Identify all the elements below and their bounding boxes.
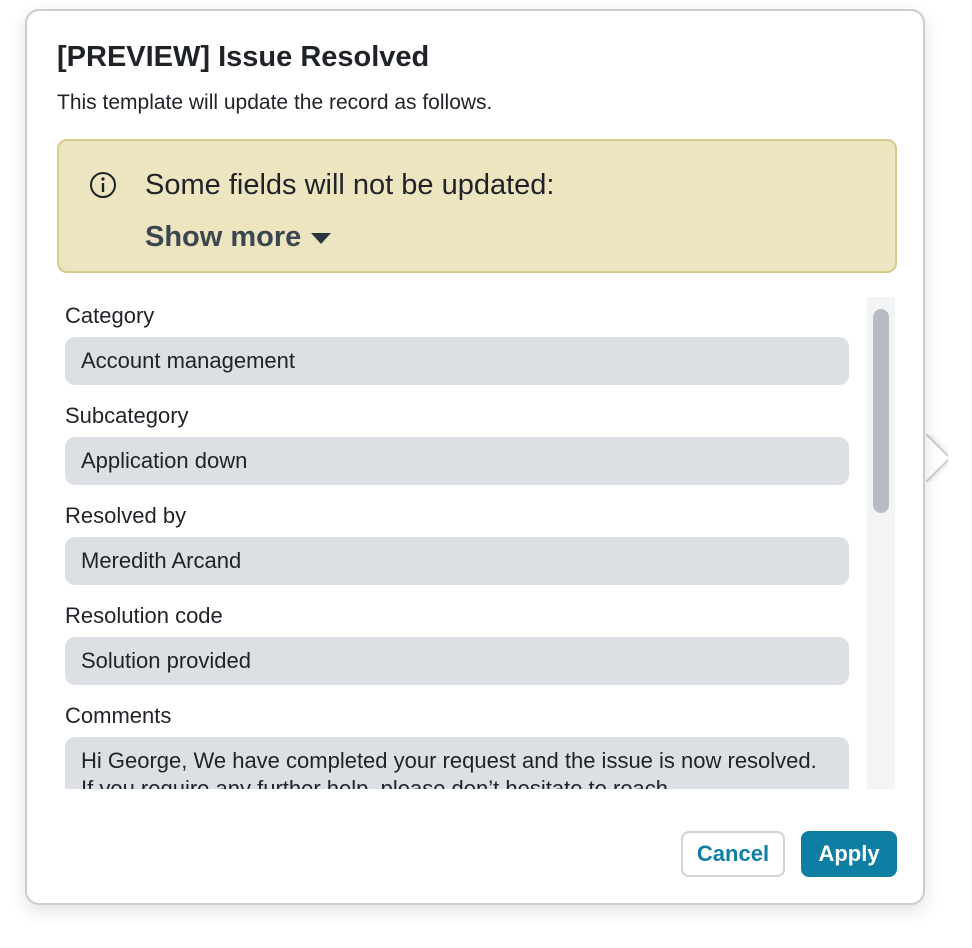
scrollbar-thumb[interactable] bbox=[873, 309, 889, 513]
field-value-resolution-code: Solution provided bbox=[65, 637, 849, 685]
field-list: Category Account management Subcategory … bbox=[65, 297, 849, 789]
field-value-comments: Hi George, We have completed your reques… bbox=[65, 737, 849, 789]
field-label-resolution-code: Resolution code bbox=[65, 603, 223, 628]
field-value-subcategory: Application down bbox=[65, 437, 849, 485]
show-more-label: Show more bbox=[145, 221, 302, 253]
caret-down-icon bbox=[311, 233, 332, 244]
dialog-title: [PREVIEW] Issue Resolved bbox=[57, 41, 430, 73]
warning-notice: Some fields will not be updated: Show mo… bbox=[57, 139, 897, 273]
field-label-comments: Comments bbox=[65, 703, 172, 728]
dialog-subtitle: This template will update the record as … bbox=[57, 91, 493, 114]
popover-pointer bbox=[926, 434, 948, 482]
notice-message: Some fields will not be updated: bbox=[145, 169, 555, 201]
field-value-resolved-by: Meredith Arcand bbox=[65, 537, 849, 585]
show-more-toggle[interactable]: Show more bbox=[145, 221, 332, 254]
info-icon bbox=[90, 172, 116, 198]
cancel-button[interactable]: Cancel bbox=[681, 831, 785, 877]
field-label-subcategory: Subcategory bbox=[65, 403, 189, 428]
field-label-category: Category bbox=[65, 303, 155, 328]
field-label-resolved-by: Resolved by bbox=[65, 503, 187, 528]
apply-button[interactable]: Apply bbox=[801, 831, 897, 877]
fields-scroll-area[interactable]: Category Account management Subcategory … bbox=[57, 297, 897, 789]
template-preview-popover: [PREVIEW] Issue Resolved This template w… bbox=[25, 9, 925, 905]
field-value-category: Account management bbox=[65, 337, 849, 385]
